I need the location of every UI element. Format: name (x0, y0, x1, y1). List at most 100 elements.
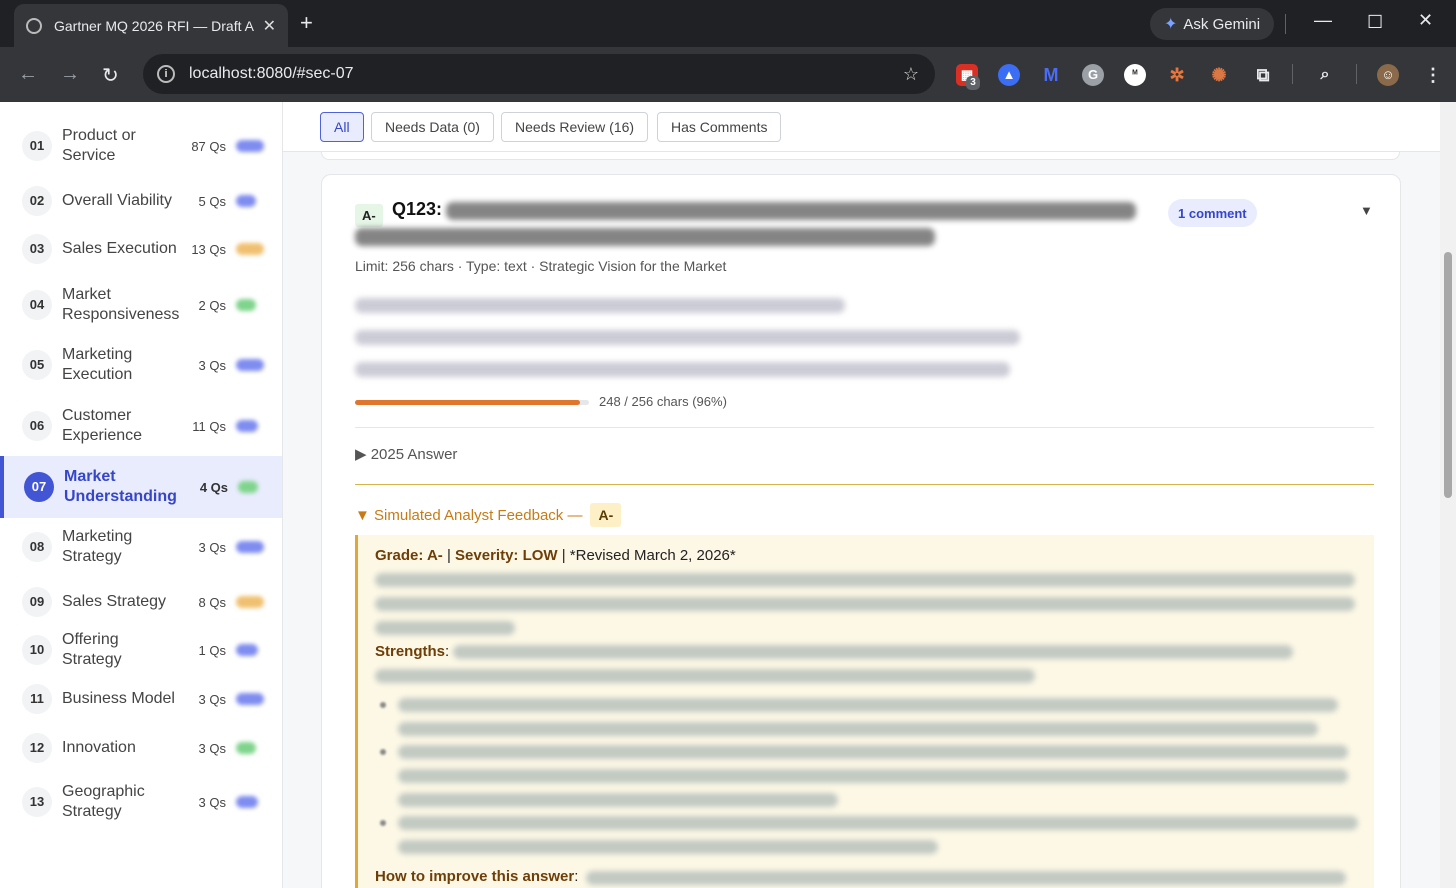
grade-value: Grade: A- (375, 547, 443, 564)
question-count: 87 Qs (191, 138, 226, 154)
sidebar-item-03[interactable]: 03 Sales Execution 13 Qs (0, 234, 282, 264)
feedback-text-redacted (375, 621, 515, 635)
tab-search-icon[interactable]: ⌕ (1314, 64, 1336, 86)
reload-icon[interactable]: ↻ (102, 63, 119, 88)
filter-needs-review-button[interactable]: Needs Review (16) (501, 112, 649, 142)
filter-needs-data-button[interactable]: Needs Data (0) (371, 112, 494, 142)
feedback-text-redacted (375, 573, 1355, 587)
sidebar-item-04[interactable]: 04 Market Responsiveness 2 Qs (0, 280, 282, 330)
profile-avatar[interactable]: ☺ (1377, 64, 1399, 86)
revised-date: | *Revised March 2, 2026* (557, 547, 736, 564)
address-bar[interactable]: i localhost:8080/#sec-07 ☆ (143, 54, 935, 94)
browser-tab[interactable]: Gartner MQ 2026 RFI — Draft A ✕ (14, 4, 288, 47)
section-number: 06 (22, 411, 52, 441)
status-pill (238, 481, 258, 493)
browser-toolbar: ← → ↻ i localhost:8080/#sec-07 ☆ ▦ 3 ▲ M… (0, 47, 1456, 102)
question-count: 13 Qs (191, 241, 226, 257)
bullet (380, 702, 386, 708)
weakness-text-redacted (398, 769, 1348, 783)
weakness-text-redacted (398, 745, 1348, 759)
weakness-text-redacted (398, 816, 1358, 830)
divider (355, 427, 1374, 428)
close-tab-icon[interactable]: ✕ (263, 16, 276, 36)
sidebar-item-10[interactable]: 10 Offering Strategy 1 Qs (0, 631, 282, 668)
question-count: 2 Qs (198, 297, 226, 313)
extension-icon-m[interactable]: ᴹ (1124, 64, 1146, 86)
question-count: 3 Qs (198, 691, 226, 707)
claude-extension-icon[interactable]: ✺ (1208, 64, 1230, 86)
section-number: 07 (24, 472, 54, 502)
sidebar-item-07[interactable]: 07 Market Understanding 4 Qs (0, 456, 282, 518)
scrollbar-thumb[interactable] (1444, 252, 1452, 498)
status-pill (236, 195, 256, 207)
question-count: 3 Qs (198, 794, 226, 810)
status-pill (236, 140, 264, 152)
strengths-text-redacted (375, 669, 1035, 683)
question-count: 3 Qs (198, 740, 226, 756)
tab-title: Gartner MQ 2026 RFI — Draft A (54, 17, 254, 34)
section-label: Customer Experience (62, 407, 143, 444)
maximize-icon[interactable]: ☐ (1367, 12, 1383, 33)
ask-gemini-button[interactable]: ✦ Ask Gemini (1150, 8, 1275, 40)
extensions-puzzle-icon[interactable]: ⧉ (1252, 64, 1274, 86)
bookmark-star-icon[interactable]: ☆ (903, 64, 919, 85)
improve-text-redacted (586, 871, 1346, 885)
page-scrollbar[interactable] (1440, 102, 1456, 888)
feedback-text-redacted (375, 597, 1355, 611)
sidebar-item-11[interactable]: 11 Business Model 3 Qs (0, 684, 282, 714)
section-number: 09 (22, 587, 52, 617)
strengths-label: Strengths (375, 643, 446, 660)
sidebar-item-13[interactable]: 13 Geographic Strategy 3 Qs (0, 777, 282, 827)
severity-value: Severity: LOW (455, 547, 558, 564)
close-window-icon[interactable]: ✕ (1418, 10, 1433, 31)
forward-icon[interactable]: → (60, 63, 80, 86)
section-label: Sales Execution (62, 240, 177, 257)
menu-kebab-icon[interactable]: ⋮ (1422, 64, 1444, 86)
prev-answer-toggle[interactable]: ▶ 2025 Answer (355, 445, 457, 463)
strengths-line: Strengths: (375, 643, 450, 660)
site-info-icon[interactable]: i (157, 65, 175, 83)
question-meta: Limit: 256 chars · Type: text · Strategi… (355, 258, 727, 274)
feedback-label: ▼ Simulated Analyst Feedback — (355, 506, 583, 524)
collapse-toggle-icon[interactable]: ▼ (1360, 203, 1373, 218)
new-tab-icon[interactable]: + (300, 10, 313, 36)
grade-line: Grade: A- | Severity: LOW | *Revised Mar… (375, 547, 736, 564)
improve-label: How to improve this answer (375, 868, 575, 885)
malwarebytes-icon[interactable]: M (1040, 64, 1062, 86)
minimize-icon[interactable]: — (1314, 10, 1332, 31)
bullet (380, 820, 386, 826)
filter-has-comments-button[interactable]: Has Comments (657, 112, 782, 142)
question-count: 11 Qs (192, 418, 226, 434)
question-count: 8 Qs (198, 594, 226, 610)
sidebar-item-09[interactable]: 09 Sales Strategy 8 Qs (0, 587, 282, 617)
char-progress-bar (355, 400, 589, 405)
sidebar-item-08[interactable]: 08 Marketing Strategy 3 Qs (0, 522, 282, 572)
status-pill (236, 693, 264, 705)
section-number: 02 (22, 186, 52, 216)
section-number: 11 (22, 684, 52, 714)
sidebar-item-06[interactable]: 06 Customer Experience 11 Qs (0, 401, 282, 451)
section-label: Marketing Execution (62, 346, 133, 383)
strengths-text-redacted (453, 645, 1293, 659)
sidebar-item-12[interactable]: 12 Innovation 3 Qs (0, 733, 282, 763)
sidebar-item-05[interactable]: 05 Marketing Execution 3 Qs (0, 340, 282, 390)
butterfly-extension-icon[interactable]: ✲ (1166, 64, 1188, 86)
status-pill (236, 596, 264, 608)
extension-badge: 3 (966, 76, 980, 90)
status-pill (236, 796, 258, 808)
back-icon[interactable]: ← (18, 63, 38, 86)
main-content: All Needs Data (0) Needs Review (16) Has… (283, 102, 1440, 888)
status-pill (236, 299, 256, 311)
question-count: 1 Qs (198, 642, 226, 658)
grammarly-icon[interactable]: G (1082, 64, 1104, 86)
extension-icon-a[interactable]: ▲ (998, 64, 1020, 86)
section-number: 01 (22, 131, 52, 161)
section-number: 08 (22, 532, 52, 562)
filter-all-button[interactable]: All (320, 112, 364, 142)
sidebar-item-01[interactable]: 01 Product or Service 87 Qs (0, 121, 282, 171)
bullet (380, 749, 386, 755)
section-label: Market Understanding (64, 468, 177, 505)
comment-badge[interactable]: 1 comment (1168, 199, 1257, 227)
feedback-toggle[interactable]: ▼ Simulated Analyst Feedback — A- (355, 503, 622, 527)
sidebar-item-02[interactable]: 02 Overall Viability 5 Qs (0, 186, 282, 216)
